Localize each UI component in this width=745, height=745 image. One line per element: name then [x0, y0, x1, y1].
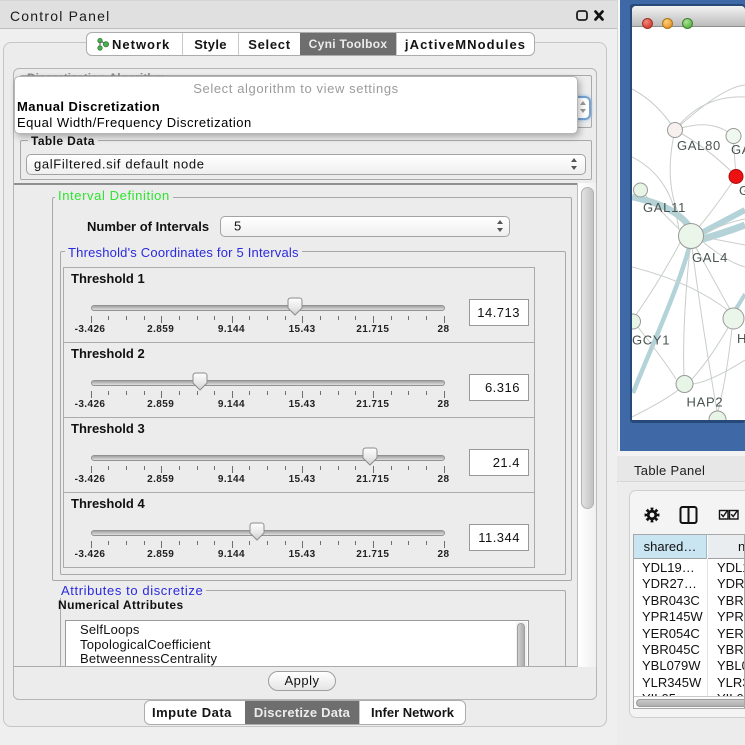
svg-text:GAL4: GAL4 — [692, 250, 728, 265]
svg-text:GAL: GAL — [731, 142, 745, 157]
svg-text:HAP2: HAP2 — [687, 395, 724, 410]
svg-text:GCY1: GCY1 — [632, 333, 670, 348]
svg-text:H: H — [737, 331, 745, 346]
svg-text:GAL80: GAL80 — [677, 138, 721, 153]
svg-text:GAL11: GAL11 — [643, 200, 686, 215]
svg-text:G: G — [739, 183, 745, 198]
